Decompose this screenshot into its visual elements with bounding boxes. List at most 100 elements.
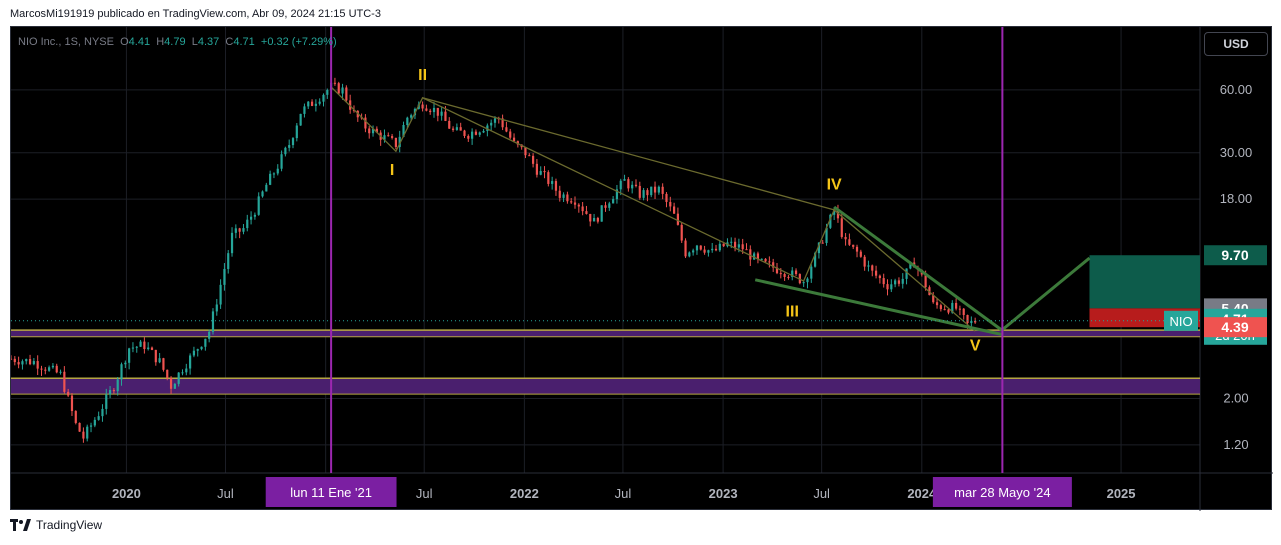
candle[interactable] [608, 203, 611, 208]
candle[interactable] [333, 82, 337, 84]
candle[interactable] [471, 131, 474, 139]
candle[interactable] [368, 128, 371, 134]
candle[interactable] [318, 101, 321, 104]
candle[interactable] [143, 341, 146, 350]
candle[interactable] [276, 168, 279, 174]
candle[interactable] [101, 408, 104, 417]
target-zone[interactable] [1089, 255, 1200, 309]
candle[interactable] [653, 186, 657, 193]
candle[interactable] [695, 245, 699, 251]
candle[interactable] [299, 113, 302, 126]
candle[interactable] [51, 365, 55, 368]
candle[interactable] [783, 274, 786, 277]
candle[interactable] [707, 250, 710, 253]
candle[interactable] [150, 347, 154, 350]
candle[interactable] [284, 147, 287, 155]
candle[interactable] [634, 184, 638, 186]
candle[interactable] [596, 218, 599, 222]
candle[interactable] [322, 94, 325, 102]
projection-line[interactable] [1000, 256, 1091, 332]
candle[interactable] [204, 338, 207, 347]
candle[interactable] [21, 361, 24, 365]
candle[interactable] [528, 155, 531, 157]
candle[interactable] [139, 341, 142, 347]
candle[interactable] [185, 368, 188, 373]
candle[interactable] [955, 302, 958, 309]
candle[interactable] [699, 245, 702, 250]
candle[interactable] [558, 190, 561, 198]
candle[interactable] [760, 258, 763, 260]
candle[interactable] [261, 191, 264, 197]
candle[interactable] [669, 201, 672, 207]
candle[interactable] [230, 232, 234, 254]
candle[interactable] [48, 367, 51, 371]
candle[interactable] [257, 196, 260, 215]
candle[interactable] [89, 425, 93, 427]
candle[interactable] [429, 110, 432, 113]
candle[interactable] [730, 241, 733, 243]
candle[interactable] [768, 261, 771, 263]
candle[interactable] [265, 184, 268, 192]
candle[interactable] [36, 361, 39, 369]
candle[interactable] [74, 411, 77, 423]
candle[interactable] [897, 280, 901, 284]
candle[interactable] [840, 218, 843, 237]
candle[interactable] [688, 252, 691, 257]
candle[interactable] [196, 349, 199, 351]
candle[interactable] [13, 358, 16, 363]
candle[interactable] [627, 179, 630, 189]
candle[interactable] [181, 372, 184, 374]
candle[interactable] [280, 154, 283, 169]
candle[interactable] [177, 372, 180, 384]
candle[interactable] [733, 241, 737, 248]
candle[interactable] [394, 137, 398, 147]
candle[interactable] [905, 268, 908, 279]
price-chart[interactable]: 60.0030.0018.002.001.20IIIIIIIVV9.705.40… [11, 27, 1273, 511]
candle[interactable] [844, 236, 847, 240]
candle[interactable] [711, 248, 714, 251]
candle[interactable] [505, 127, 508, 132]
candle[interactable] [657, 186, 660, 193]
candle[interactable] [70, 395, 74, 412]
candle[interactable] [493, 118, 497, 123]
candle[interactable] [86, 426, 89, 439]
candle[interactable] [25, 359, 28, 362]
candle[interactable] [364, 117, 367, 129]
candle[interactable] [886, 284, 889, 290]
candle[interactable] [821, 242, 824, 244]
candle[interactable] [535, 163, 539, 175]
candle[interactable] [288, 145, 291, 148]
candle[interactable] [192, 350, 196, 356]
candle[interactable] [852, 244, 855, 247]
candle[interactable] [703, 249, 706, 253]
candle[interactable] [947, 309, 950, 313]
candle[interactable] [105, 394, 108, 409]
candle[interactable] [272, 173, 276, 175]
candle[interactable] [242, 228, 245, 232]
candle[interactable] [718, 243, 721, 251]
candle[interactable] [32, 361, 35, 365]
candle[interactable] [551, 181, 554, 184]
candle[interactable] [543, 171, 546, 173]
chart-frame[interactable]: 60.00 30.00 18.00 2.00 1.20 I II III IV V 9.70 5.40… [10, 26, 1273, 511]
candle[interactable] [623, 179, 626, 181]
candle[interactable] [200, 346, 203, 350]
candle[interactable] [539, 171, 542, 175]
candle[interactable] [874, 270, 878, 276]
candle[interactable] [406, 117, 409, 125]
currency-button[interactable]: USD [1204, 32, 1268, 56]
candle[interactable] [764, 258, 767, 262]
candle[interactable] [189, 355, 192, 369]
wedge-trendline[interactable] [833, 205, 1003, 332]
candle[interactable] [901, 278, 904, 284]
candle[interactable] [169, 377, 173, 389]
candle[interactable] [592, 218, 596, 222]
candle[interactable] [467, 135, 470, 139]
candle[interactable] [131, 347, 135, 349]
candle[interactable] [779, 273, 782, 275]
candle[interactable] [650, 186, 653, 196]
candle[interactable] [11, 358, 13, 360]
candle[interactable] [120, 364, 123, 380]
candle[interactable] [737, 244, 740, 248]
candle[interactable] [585, 211, 588, 214]
